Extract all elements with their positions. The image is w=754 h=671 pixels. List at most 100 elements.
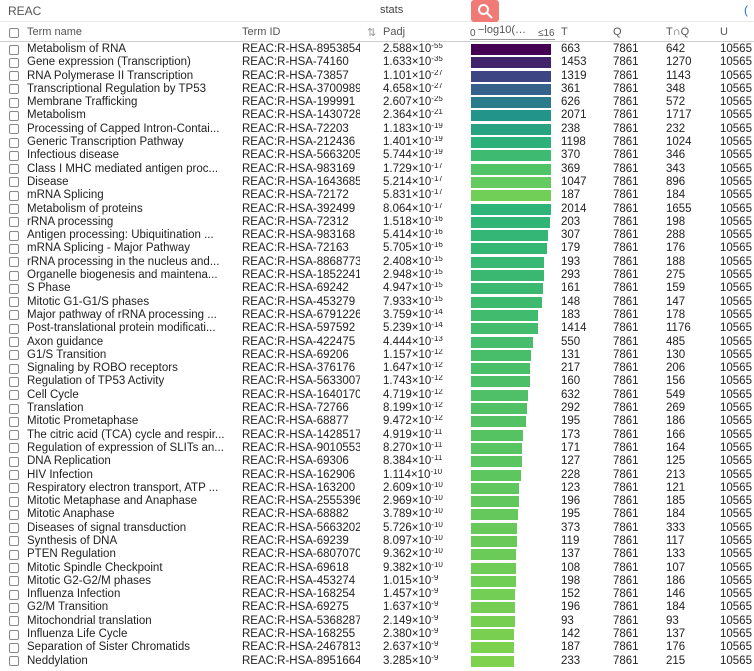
table-row[interactable]: Regulation of expression of SLITs an... R… bbox=[0, 442, 754, 455]
table-row[interactable]: rRNA processing REAC:R-HSA-72312 1.518×10-… bbox=[0, 216, 754, 229]
table-row[interactable]: PTEN Regulation REAC:R-HSA-6807070 9.362×1… bbox=[0, 548, 754, 561]
row-checkbox[interactable] bbox=[9, 416, 19, 427]
col-u[interactable]: U bbox=[720, 26, 728, 38]
table-row[interactable]: Mitotic G1-G1/S phases REAC:R-HSA-453279 7… bbox=[0, 296, 754, 309]
row-checkbox[interactable] bbox=[9, 350, 19, 361]
row-checkbox[interactable] bbox=[9, 270, 19, 281]
row-checkbox[interactable] bbox=[9, 523, 19, 534]
row-checkbox[interactable] bbox=[9, 44, 19, 55]
row-checkbox[interactable] bbox=[9, 177, 19, 188]
row-checkbox[interactable] bbox=[9, 217, 19, 228]
table-row[interactable]: Metabolism of RNA REAC:R-HSA-8953854 2.588… bbox=[0, 43, 754, 56]
row-checkbox[interactable] bbox=[9, 576, 19, 587]
row-checkbox[interactable] bbox=[9, 456, 19, 467]
table-row[interactable]: Regulation of TP53 Activity REAC:R-HSA-56… bbox=[0, 375, 754, 388]
col-padj[interactable]: Padj bbox=[383, 26, 405, 38]
row-checkbox[interactable] bbox=[9, 323, 19, 334]
table-row[interactable]: Axon guidance REAC:R-HSA-422475 4.444×10-1… bbox=[0, 336, 754, 349]
col-t[interactable]: T bbox=[561, 26, 568, 38]
row-checkbox[interactable] bbox=[9, 164, 19, 175]
row-checkbox[interactable] bbox=[9, 110, 19, 121]
table-row[interactable]: Mitotic Prometaphase REAC:R-HSA-68877 9.47… bbox=[0, 415, 754, 428]
table-row[interactable]: Generic Transcription Pathway REAC:R-HSA-… bbox=[0, 136, 754, 149]
table-row[interactable]: Mitochondrial translation REAC:R-HSA-5368… bbox=[0, 615, 754, 628]
table-row[interactable]: Translation REAC:R-HSA-72766 8.199×10-12 29… bbox=[0, 402, 754, 415]
table-row[interactable]: G1/S Transition REAC:R-HSA-69206 1.157×10-… bbox=[0, 349, 754, 362]
row-checkbox[interactable] bbox=[9, 563, 19, 574]
table-row[interactable]: G2/M Transition REAC:R-HSA-69275 1.637×10-… bbox=[0, 601, 754, 614]
row-checkbox[interactable] bbox=[9, 363, 19, 374]
table-row[interactable]: Membrane Trafficking REAC:R-HSA-199991 2.6… bbox=[0, 96, 754, 109]
row-checkbox[interactable] bbox=[9, 243, 19, 254]
table-row[interactable]: Major pathway of rRNA processing ... REAC… bbox=[0, 309, 754, 322]
table-row[interactable]: Processing of Capped Intron-Contai... REA… bbox=[0, 123, 754, 136]
select-all-checkbox[interactable] bbox=[9, 28, 19, 38]
row-checkbox[interactable] bbox=[9, 257, 19, 268]
row-checkbox[interactable] bbox=[9, 376, 19, 387]
sort-icon[interactable]: ⇅ bbox=[367, 26, 376, 39]
table-row[interactable]: Mitotic Anaphase REAC:R-HSA-68882 3.789×10… bbox=[0, 508, 754, 521]
row-checkbox[interactable] bbox=[9, 390, 19, 401]
row-checkbox[interactable] bbox=[9, 137, 19, 148]
row-checkbox[interactable] bbox=[9, 97, 19, 108]
table-row[interactable]: Metabolism REAC:R-HSA-1430728 2.364×10-21 2… bbox=[0, 109, 754, 122]
col-term-name[interactable]: Term name bbox=[27, 26, 82, 38]
table-row[interactable]: Mitotic Metaphase and Anaphase REAC:R-HSA… bbox=[0, 495, 754, 508]
table-row[interactable]: Mitotic G2-G2/M phases REAC:R-HSA-453274 1… bbox=[0, 575, 754, 588]
col-q[interactable]: Q bbox=[613, 26, 622, 38]
row-checkbox[interactable] bbox=[9, 310, 19, 321]
table-row[interactable]: Cell Cycle REAC:R-HSA-1640170 4.719×10-12 6… bbox=[0, 389, 754, 402]
row-checkbox[interactable] bbox=[9, 549, 19, 560]
row-checkbox[interactable] bbox=[9, 204, 19, 215]
row-checkbox[interactable] bbox=[9, 337, 19, 348]
row-checkbox[interactable] bbox=[9, 190, 19, 201]
row-checkbox[interactable] bbox=[9, 71, 19, 82]
row-checkbox[interactable] bbox=[9, 536, 19, 547]
row-checkbox[interactable] bbox=[9, 84, 19, 95]
row-checkbox[interactable] bbox=[9, 629, 19, 640]
table-row[interactable]: Synthesis of DNA REAC:R-HSA-69239 8.097×10… bbox=[0, 535, 754, 548]
table-row[interactable]: Disease REAC:R-HSA-1643685 5.214×10-17 1047… bbox=[0, 176, 754, 189]
row-checkbox[interactable] bbox=[9, 589, 19, 600]
table-row[interactable]: Infectious disease REAC:R-HSA-5663205 5.74… bbox=[0, 149, 754, 162]
table-row[interactable]: Diseases of signal transduction REAC:R-HS… bbox=[0, 522, 754, 535]
table-row[interactable]: Neddylation REAC:R-HSA-8951664 3.285×10-9 2… bbox=[0, 655, 754, 668]
row-checkbox[interactable] bbox=[9, 443, 19, 454]
search-button[interactable] bbox=[471, 0, 499, 22]
table-row[interactable]: Mitotic Spindle Checkpoint REAC:R-HSA-696… bbox=[0, 562, 754, 575]
table-row[interactable]: rRNA processing in the nucleus and... REA… bbox=[0, 256, 754, 269]
table-row[interactable]: RNA Polymerase II Transcription REAC:R-HS… bbox=[0, 70, 754, 83]
row-checkbox[interactable] bbox=[9, 230, 19, 241]
table-row[interactable]: Metabolism of proteins REAC:R-HSA-392499 8… bbox=[0, 203, 754, 216]
table-row[interactable]: Influenza Infection REAC:R-HSA-168254 1.45… bbox=[0, 588, 754, 601]
row-checkbox[interactable] bbox=[9, 470, 19, 480]
row-checkbox[interactable] bbox=[9, 430, 19, 441]
table-row[interactable]: Influenza Life Cycle REAC:R-HSA-168255 2.3… bbox=[0, 628, 754, 641]
row-checkbox[interactable] bbox=[9, 483, 19, 494]
row-checkbox[interactable] bbox=[9, 403, 19, 414]
table-row[interactable]: HIV Infection REAC:R-HSA-162906 1.114×10-1… bbox=[0, 469, 754, 482]
table-row[interactable]: Signaling by ROBO receptors REAC:R-HSA-37… bbox=[0, 362, 754, 375]
table-row[interactable]: Post-translational protein modificati...… bbox=[0, 322, 754, 335]
row-checkbox[interactable] bbox=[9, 283, 19, 294]
row-checkbox[interactable] bbox=[9, 616, 19, 627]
table-row[interactable]: Gene expression (Transcription) REAC:R-HS… bbox=[0, 56, 754, 69]
table-row[interactable]: Respiratory electron transport, ATP ... R… bbox=[0, 482, 754, 495]
table-row[interactable]: DNA Replication REAC:R-HSA-69306 8.384×10-… bbox=[0, 455, 754, 468]
table-row[interactable]: Class I MHC mediated antigen proc... REAC… bbox=[0, 163, 754, 176]
row-checkbox[interactable] bbox=[9, 509, 19, 520]
table-row[interactable]: mRNA Splicing REAC:R-HSA-72172 5.831×10-17… bbox=[0, 189, 754, 202]
row-checkbox[interactable] bbox=[9, 57, 19, 68]
col-tq[interactable]: T∩Q bbox=[666, 26, 689, 38]
row-checkbox[interactable] bbox=[9, 642, 19, 653]
row-checkbox[interactable] bbox=[9, 297, 19, 308]
table-row[interactable]: Transcriptional Regulation by TP53 REAC:R… bbox=[0, 83, 754, 96]
row-checkbox[interactable] bbox=[9, 150, 19, 161]
table-row[interactable]: S Phase REAC:R-HSA-69242 4.947×10-15 161 786… bbox=[0, 282, 754, 295]
table-row[interactable]: mRNA Splicing - Major Pathway REAC:R-HSA-… bbox=[0, 242, 754, 255]
table-row[interactable]: The citric acid (TCA) cycle and respir..… bbox=[0, 429, 754, 442]
col-term-id[interactable]: Term ID bbox=[242, 26, 281, 38]
table-row[interactable]: Antigen processing: Ubiquitination ... RE… bbox=[0, 229, 754, 242]
table-row[interactable]: Organelle biogenesis and maintena... REAC… bbox=[0, 269, 754, 282]
table-row[interactable]: Separation of Sister Chromatids REAC:R-HS… bbox=[0, 641, 754, 654]
